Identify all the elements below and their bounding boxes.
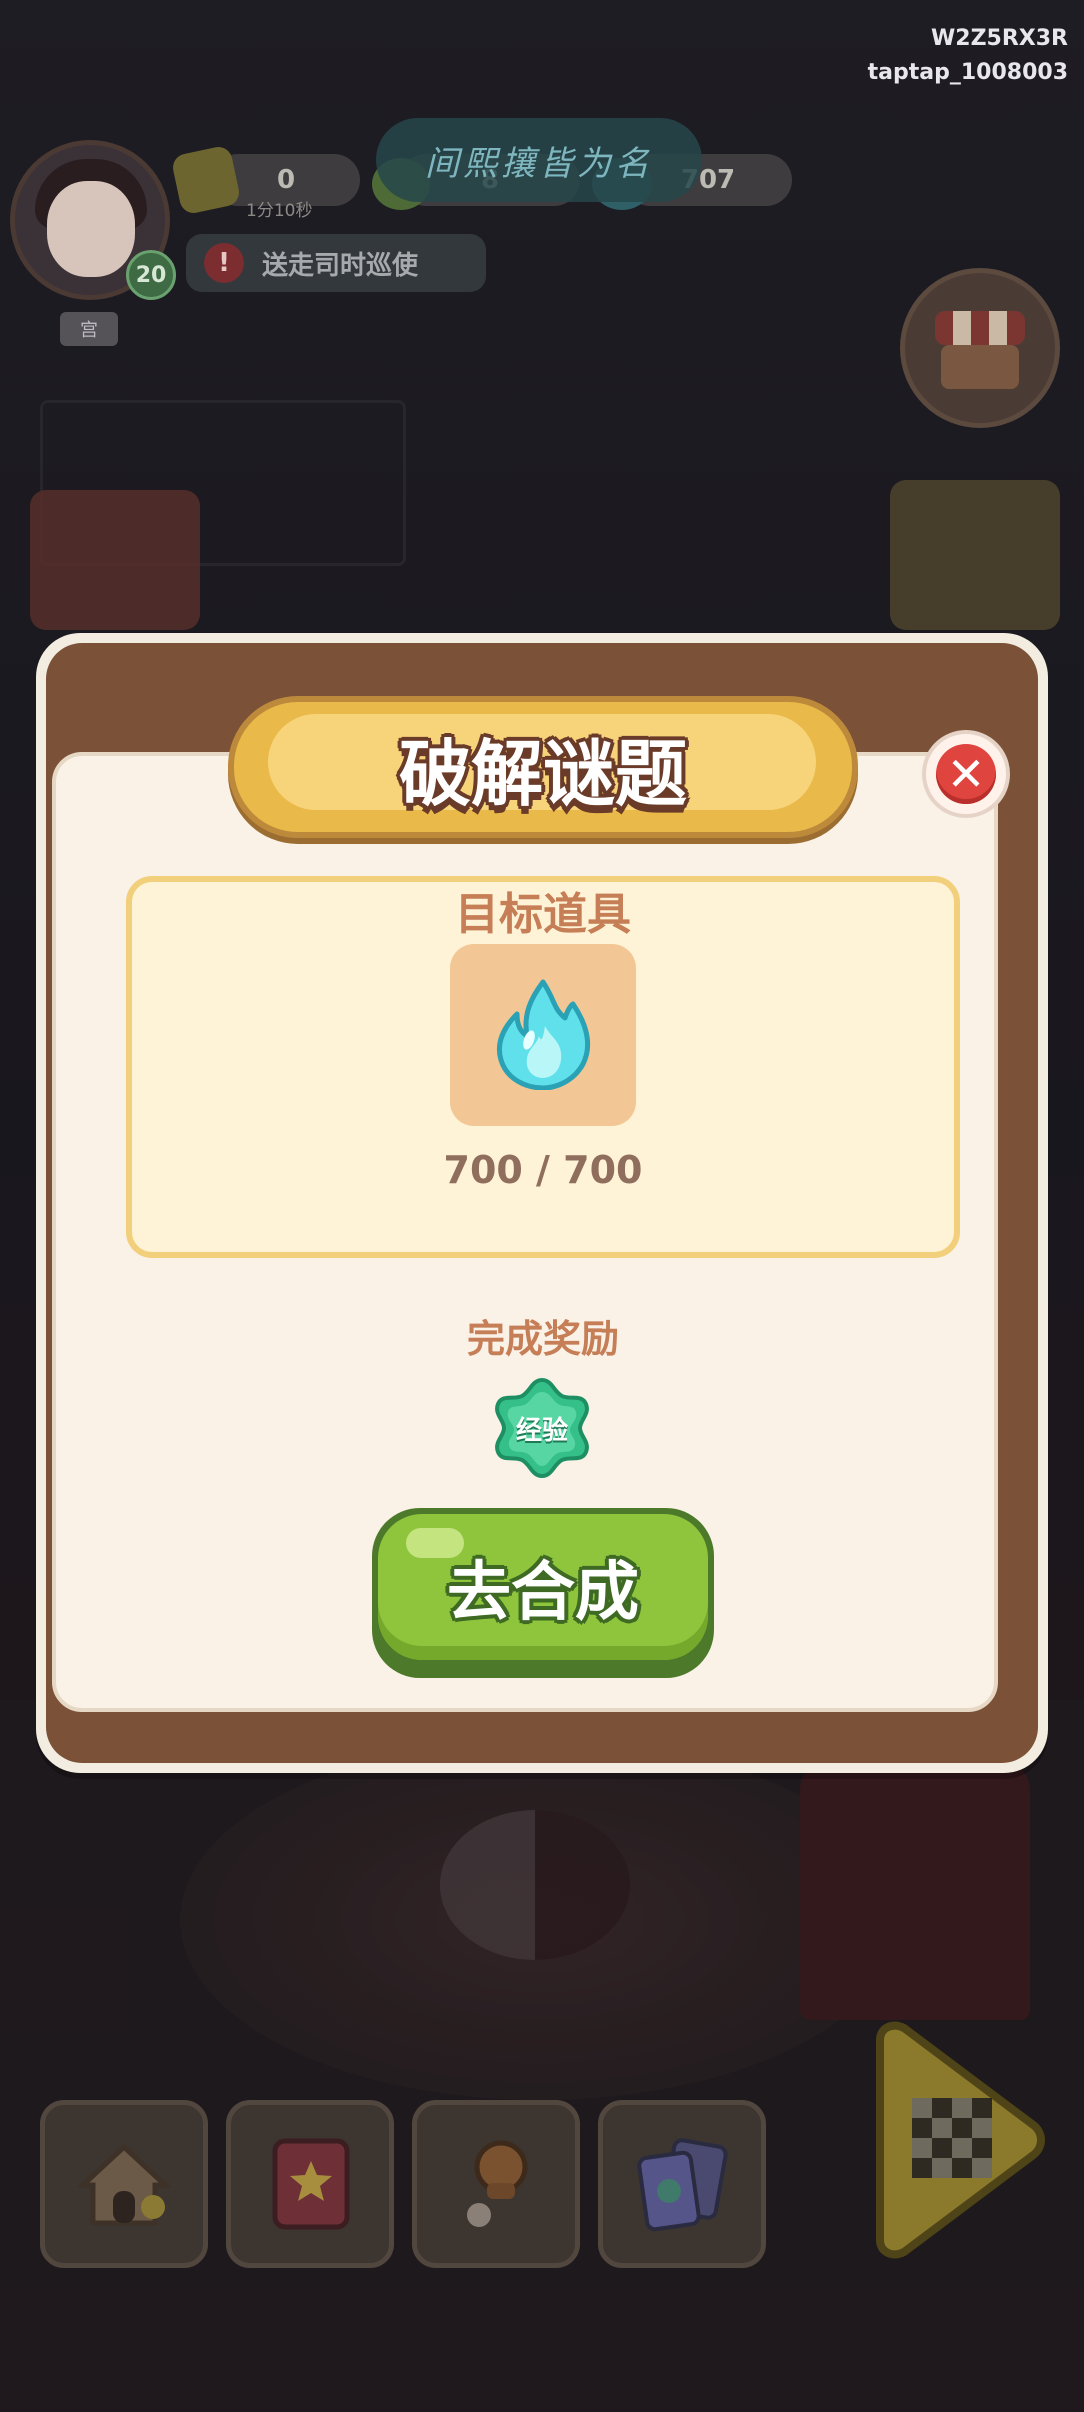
target-progress: 700 / 700	[443, 1148, 643, 1192]
nav-collection-button[interactable]	[226, 2100, 394, 2268]
home-icon	[76, 2143, 172, 2226]
shop-counter-icon	[941, 345, 1019, 389]
nav-cards-button[interactable]	[598, 2100, 766, 2268]
blue-flame-icon	[497, 979, 591, 1090]
shop-awning-icon	[935, 311, 1025, 345]
nav-pin-button[interactable]	[412, 2100, 580, 2268]
quest-text: 送走司时巡使	[262, 250, 419, 281]
quest-alert-icon: !	[204, 243, 244, 283]
player-name-tag: 宫	[60, 312, 118, 346]
player-level-badge: 20	[126, 250, 176, 300]
dialog-title: 破解谜题	[398, 731, 687, 816]
dialog-title-banner: 破解谜题	[228, 696, 858, 838]
watermark: W2Z5RX3R taptap_1008003	[868, 22, 1068, 90]
close-button[interactable]: ✕	[922, 730, 1010, 818]
go-merge-button-label: 去合成	[447, 1556, 639, 1630]
nav-home-button[interactable]	[40, 2100, 208, 2268]
go-merge-button[interactable]: 去合成	[372, 1508, 714, 1678]
cards-icon	[637, 2138, 728, 2232]
experience-reward-label: 经验	[515, 1415, 568, 1446]
guide-chest-icon[interactable]	[890, 480, 1060, 630]
book-icon	[272, 2138, 350, 2230]
play-board-icon[interactable]	[850, 2020, 1050, 2260]
watermark-code: W2Z5RX3R	[931, 26, 1068, 51]
pin-icon	[467, 2140, 528, 2227]
target-item-label: 目标道具	[455, 889, 631, 940]
event-gift-icon[interactable]	[30, 490, 200, 630]
avatar-face	[47, 181, 135, 277]
energy-icon	[170, 144, 242, 216]
reward-label: 完成奖励	[466, 1317, 619, 1361]
close-icon: ✕	[936, 744, 996, 804]
watermark-account: taptap_1008003	[867, 60, 1068, 85]
scene-title-banner: 间熙攘皆为名	[376, 118, 702, 202]
energy-timer: 1分10秒	[246, 201, 313, 221]
shop-button[interactable]	[900, 268, 1060, 428]
energy-value: 0	[276, 165, 296, 195]
